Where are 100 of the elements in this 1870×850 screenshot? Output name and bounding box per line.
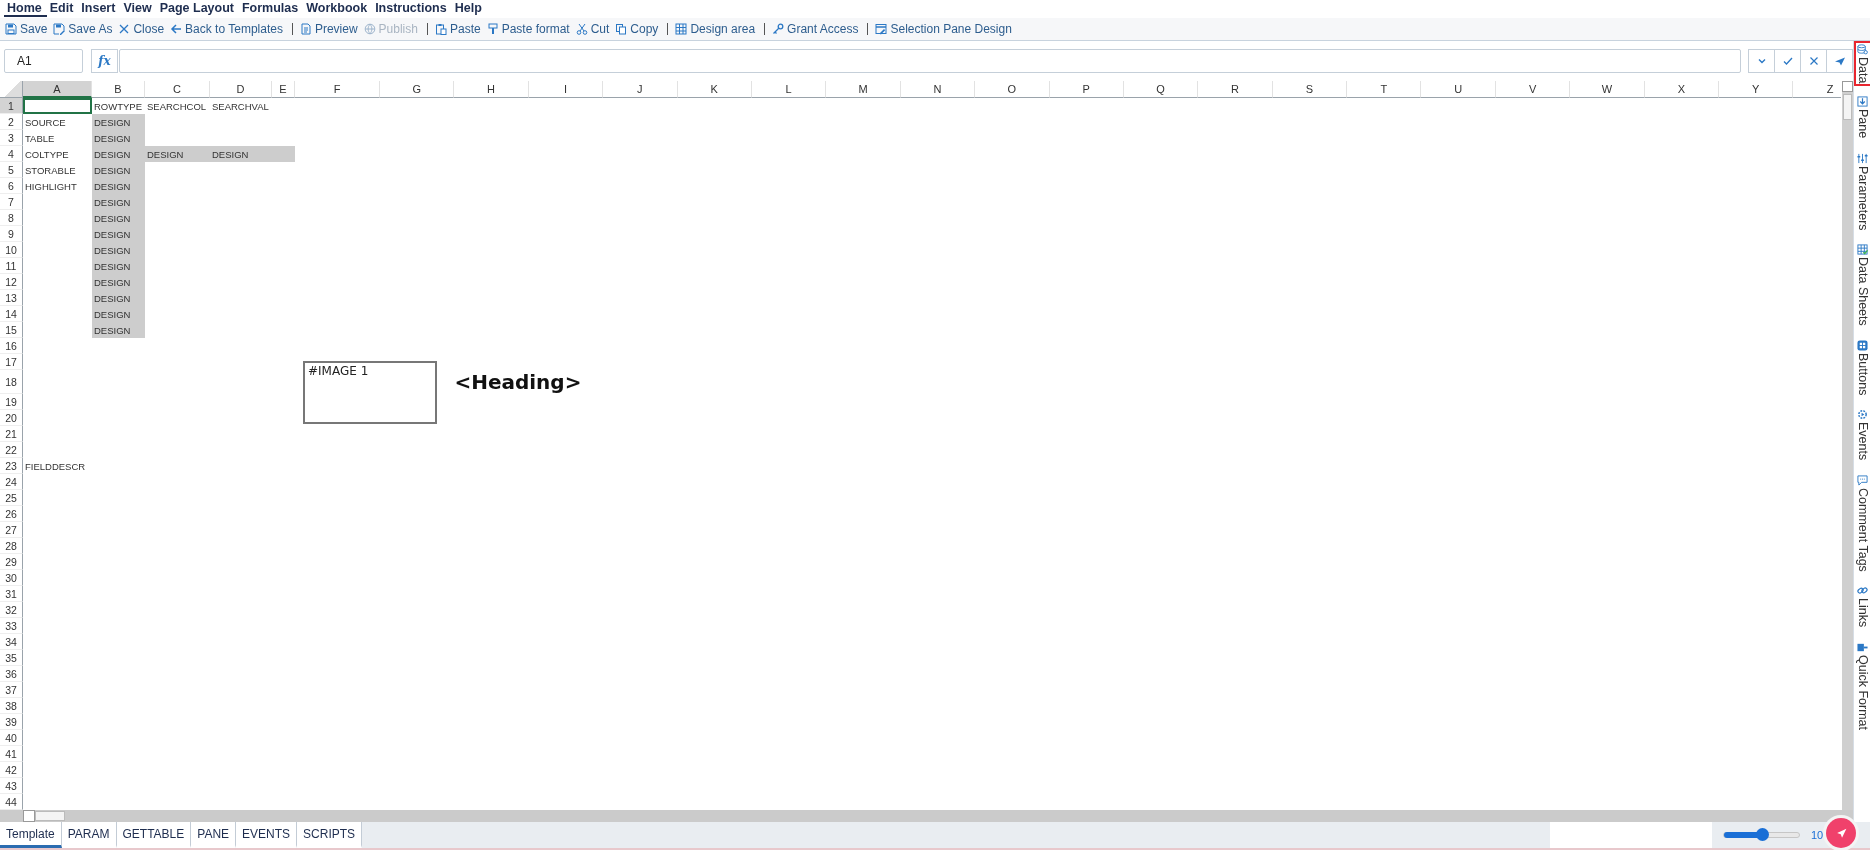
sheet-tab[interactable]: SCRIPTS: [297, 822, 363, 848]
row-header[interactable]: 41: [0, 746, 23, 762]
column-header[interactable]: J: [603, 81, 678, 98]
sheet-tab[interactable]: PANE: [191, 822, 237, 848]
column-header[interactable]: M: [826, 81, 901, 98]
toolbar-button[interactable]: Save As: [51, 19, 117, 39]
row-header[interactable]: 20: [0, 410, 23, 426]
row-header[interactable]: 4: [0, 146, 23, 162]
column-header[interactable]: U: [1421, 81, 1496, 98]
row-header[interactable]: 31: [0, 586, 23, 602]
row-header[interactable]: 2: [0, 114, 23, 130]
column-header[interactable]: S: [1272, 81, 1348, 98]
row-header[interactable]: 9: [0, 226, 23, 242]
toolbar-button[interactable]: Paste: [432, 19, 485, 39]
sidebar-tab[interactable]: Buttons: [1853, 336, 1870, 400]
menu-item[interactable]: Insert: [78, 1, 121, 17]
row-header[interactable]: 33: [0, 618, 23, 634]
column-header[interactable]: W: [1570, 81, 1645, 98]
sheet-tab[interactable]: PARAM: [61, 822, 117, 848]
row-header[interactable]: 43: [0, 778, 23, 794]
menu-item[interactable]: Help: [451, 1, 487, 17]
row-header[interactable]: 26: [0, 506, 23, 522]
column-header[interactable]: K: [677, 81, 752, 98]
toolbar-button[interactable]: Design area: [673, 19, 760, 39]
menu-item[interactable]: View: [120, 1, 157, 17]
row-header[interactable]: 28: [0, 538, 23, 554]
toolbar-button[interactable]: Grant Access: [770, 19, 863, 39]
sidebar-tab[interactable]: Parameters: [1853, 148, 1870, 235]
sheet-tab[interactable]: GETTABLE: [116, 822, 192, 848]
row-header[interactable]: 27: [0, 522, 23, 538]
name-box[interactable]: A1: [4, 49, 83, 73]
menu-item[interactable]: Workbook: [303, 1, 373, 17]
column-header[interactable]: L: [751, 81, 827, 98]
row-header[interactable]: 35: [0, 650, 23, 666]
sidebar-tab[interactable]: Events: [1853, 405, 1870, 465]
row-header[interactable]: 13: [0, 290, 23, 306]
row-header[interactable]: 22: [0, 442, 23, 458]
toolbar-button[interactable]: Copy: [613, 19, 663, 39]
row-header[interactable]: 11: [0, 258, 23, 274]
column-header[interactable]: C: [145, 81, 210, 98]
toolbar-button[interactable]: Close: [116, 19, 169, 39]
row-header[interactable]: 42: [0, 762, 23, 778]
column-header[interactable]: Y: [1719, 81, 1794, 98]
row-header[interactable]: 38: [0, 698, 23, 714]
row-header[interactable]: 32: [0, 602, 23, 618]
sidebar-tab[interactable]: Quick Format: [1853, 637, 1870, 734]
column-header[interactable]: Q: [1123, 81, 1199, 98]
row-header[interactable]: 18: [0, 370, 23, 394]
row-header[interactable]: 17: [0, 354, 23, 370]
row-header[interactable]: 12: [0, 274, 23, 290]
row-header[interactable]: 40: [0, 730, 23, 746]
function-button[interactable]: fx: [91, 49, 118, 73]
column-header[interactable]: N: [900, 81, 976, 98]
column-header[interactable]: D: [210, 81, 272, 98]
column-header[interactable]: T: [1347, 81, 1422, 98]
column-header[interactable]: V: [1495, 81, 1571, 98]
row-header[interactable]: 19: [0, 394, 23, 410]
row-header[interactable]: 37: [0, 682, 23, 698]
sidebar-tab[interactable]: Data Sheets: [1853, 240, 1870, 330]
row-header[interactable]: 15: [0, 322, 23, 338]
sidebar-tab[interactable]: Data: [1853, 41, 1870, 87]
row-header[interactable]: 34: [0, 634, 23, 650]
toolbar-button[interactable]: Preview: [297, 19, 362, 39]
row-header[interactable]: 24: [0, 474, 23, 490]
sidebar-tab[interactable]: Links: [1853, 581, 1870, 632]
menu-item[interactable]: Instructions: [372, 1, 452, 17]
column-header[interactable]: B: [92, 81, 145, 98]
column-header[interactable]: H: [454, 81, 529, 98]
row-header[interactable]: 23: [0, 458, 23, 474]
row-header[interactable]: 8: [0, 210, 23, 226]
column-header[interactable]: G: [380, 81, 455, 98]
sheet-tab[interactable]: EVENTS: [236, 822, 298, 848]
column-header[interactable]: E: [272, 81, 295, 98]
toolbar-button[interactable]: Save: [3, 19, 52, 39]
sheet-tab[interactable]: Template: [0, 822, 62, 848]
column-header[interactable]: X: [1644, 81, 1720, 98]
row-header[interactable]: 14: [0, 306, 23, 322]
row-header[interactable]: 16: [0, 338, 23, 354]
sidebar-tab[interactable]: Comment Tags: [1853, 470, 1870, 576]
row-header[interactable]: 36: [0, 666, 23, 682]
column-header[interactable]: P: [1049, 81, 1124, 98]
row-header[interactable]: 3: [0, 130, 23, 146]
row-header[interactable]: 25: [0, 490, 23, 506]
toolbar-button[interactable]: Back to Templates: [168, 19, 287, 39]
image-placeholder[interactable]: #IMAGE 1: [303, 361, 437, 424]
row-header[interactable]: 30: [0, 570, 23, 586]
row-header[interactable]: 21: [0, 426, 23, 442]
toolbar-button[interactable]: Selection Pane Design: [873, 19, 1016, 39]
menu-item[interactable]: Edit: [46, 1, 79, 17]
row-header[interactable]: 7: [0, 194, 23, 210]
row-header[interactable]: 6: [0, 178, 23, 194]
sidebar-tab[interactable]: Pane: [1853, 92, 1870, 143]
row-header[interactable]: 39: [0, 714, 23, 730]
row-header[interactable]: 10: [0, 242, 23, 258]
row-header[interactable]: 29: [0, 554, 23, 570]
row-header[interactable]: 1: [0, 98, 23, 114]
column-header[interactable]: R: [1198, 81, 1273, 98]
menu-item[interactable]: Page Layout: [156, 1, 239, 17]
row-header[interactable]: 5: [0, 162, 23, 178]
toolbar-button[interactable]: Cut: [573, 19, 614, 39]
